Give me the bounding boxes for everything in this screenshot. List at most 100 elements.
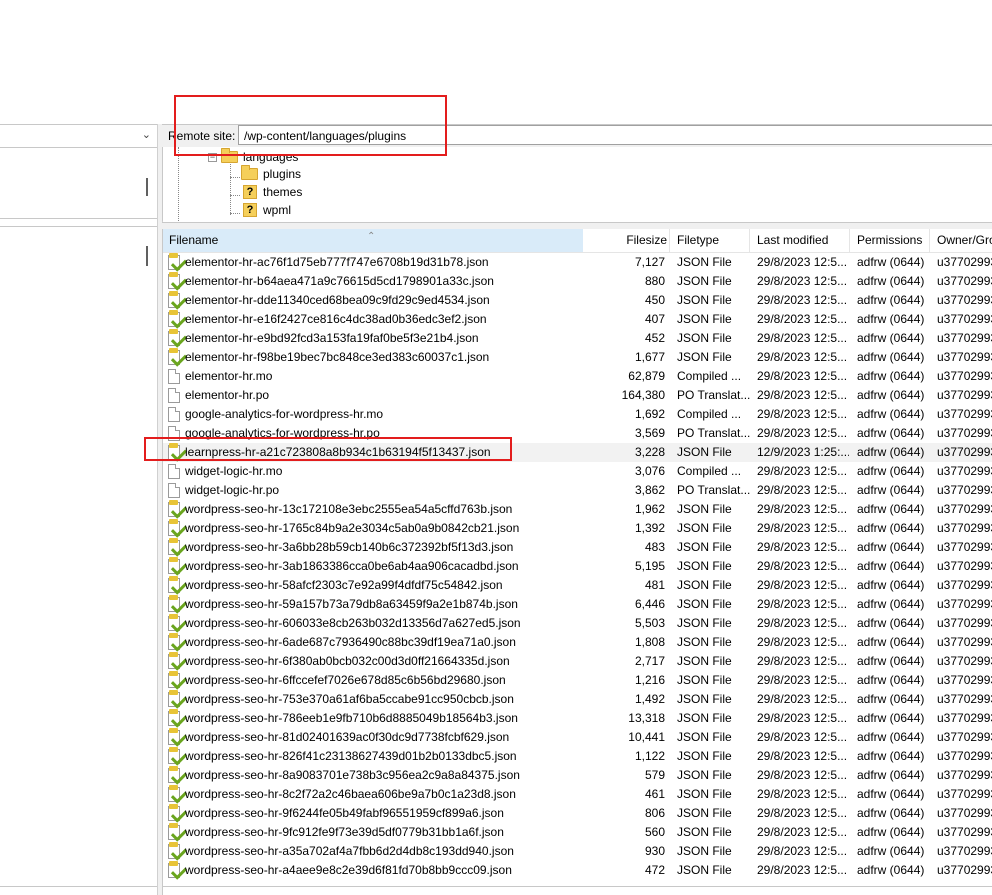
file-size: 1,122 — [634, 749, 665, 763]
file-owner: u37702993 — [937, 540, 992, 554]
file-type: PO Translat... — [677, 388, 751, 402]
file-name: elementor-hr-dde11340ced68bea09c9fd29c9e… — [185, 293, 490, 307]
column-separator[interactable] — [749, 229, 750, 252]
file-size: 481 — [644, 578, 665, 592]
file-row[interactable]: wordpress-seo-hr-a4aee9e8c2e39d6f81fd70b… — [163, 861, 992, 880]
file-row[interactable]: elementor-hr-e16f2427ce816c4dc38ad0b36ed… — [163, 310, 992, 329]
file-row[interactable]: wordpress-seo-hr-6f380ab0bcb032c00d3d0ff… — [163, 652, 992, 671]
file-owner: u37702993 — [937, 274, 992, 288]
file-row[interactable]: widget-logic-hr.mo 3,076 Compiled ... 29/8/… — [163, 462, 992, 481]
file-name: elementor-hr-ac76f1d75eb777f747e6708b19d… — [185, 255, 489, 269]
file-type: JSON File — [677, 711, 732, 725]
file-name: wordpress-seo-hr-a4aee9e8c2e39d6f81fd70b… — [185, 863, 512, 877]
json-file-icon — [168, 785, 180, 802]
file-row[interactable]: wordpress-seo-hr-3a6bb28b59cb140b6c37239… — [163, 538, 992, 557]
file-name: wordpress-seo-hr-59a157b73a79db8a63459f9… — [185, 597, 518, 611]
file-row[interactable]: google-analytics-for-wordpress-hr.po 3,56… — [163, 424, 992, 443]
local-list-scrollbar[interactable] — [146, 246, 148, 266]
file-row[interactable]: widget-logic-hr.po 3,862 PO Translat... 29/… — [163, 481, 992, 500]
file-size: 5,195 — [634, 559, 665, 573]
column-header-filetype[interactable]: Filetype — [677, 229, 753, 252]
file-permissions: adfrw (0644) — [857, 521, 925, 535]
file-row[interactable]: google-analytics-for-wordpress-hr.mo 1,69… — [163, 405, 992, 424]
file-row[interactable]: wordpress-seo-hr-6ffccefef7026e678d85c6b… — [163, 671, 992, 690]
file-size: 483 — [644, 540, 665, 554]
file-row[interactable]: wordpress-seo-hr-9fc912fe9f73e39d5df0779… — [163, 823, 992, 842]
column-header-label: Filetype — [677, 233, 720, 247]
file-icon — [168, 369, 180, 384]
column-header-permissions[interactable]: Permissions — [857, 229, 933, 252]
file-permissions: adfrw (0644) — [857, 711, 925, 725]
file-size: 6,446 — [634, 597, 665, 611]
tree-guide-line — [230, 195, 240, 196]
remote-site-path-input[interactable]: /wp-content/languages/plugins — [238, 125, 992, 145]
file-type: JSON File — [677, 255, 732, 269]
file-row[interactable]: wordpress-seo-hr-81d02401639ac0f30dc9d77… — [163, 728, 992, 747]
file-size: 450 — [644, 293, 665, 307]
column-header-last-modified[interactable]: Last modified — [757, 229, 849, 252]
column-header-label: Owner/Gro — [937, 233, 992, 247]
file-name: wordpress-seo-hr-8a9083701e738b3c956ea2c… — [185, 768, 520, 782]
file-row[interactable]: learnpress-hr-a21c723808a8b934c1b63194f5… — [163, 443, 992, 462]
column-header-owner[interactable]: Owner/Gro — [937, 229, 992, 252]
file-owner: u37702993 — [937, 255, 992, 269]
file-row[interactable]: elementor-hr-dde11340ced68bea09c9fd29c9e… — [163, 291, 992, 310]
file-modified: 29/8/2023 12:5... — [757, 806, 848, 820]
remote-file-list[interactable]: Filename ⌃ Filesize Filetype Last modifi… — [162, 229, 992, 895]
file-owner: u37702993 — [937, 502, 992, 516]
file-row[interactable]: wordpress-seo-hr-59a157b73a79db8a63459f9… — [163, 595, 992, 614]
file-row[interactable]: wordpress-seo-hr-1765c84b9a2e3034c5ab0a9… — [163, 519, 992, 538]
file-modified: 29/8/2023 12:5... — [757, 350, 848, 364]
file-row[interactable]: wordpress-seo-hr-13c172108e3ebc2555ea54a… — [163, 500, 992, 519]
file-name: wordpress-seo-hr-58afcf2303c7e92a99f4dfd… — [185, 578, 503, 592]
file-name: wordpress-seo-hr-3a6bb28b59cb140b6c37239… — [185, 540, 514, 554]
column-header-filename[interactable]: Filename ⌃ — [163, 229, 583, 252]
file-owner: u37702993 — [937, 407, 992, 421]
column-separator[interactable] — [849, 229, 850, 252]
column-separator[interactable] — [929, 229, 930, 252]
file-name: widget-logic-hr.mo — [185, 464, 283, 478]
file-row[interactable]: wordpress-seo-hr-a35a702af4a7fbb6d2d4db8… — [163, 842, 992, 861]
local-list-separator — [0, 226, 159, 227]
file-row[interactable]: wordpress-seo-hr-9f6244fe05b49fabf965519… — [163, 804, 992, 823]
file-row[interactable]: wordpress-seo-hr-826f41c23138627439d01b2… — [163, 747, 992, 766]
file-name: wordpress-seo-hr-6ade687c7936490c88bc39d… — [185, 635, 516, 649]
file-row[interactable]: wordpress-seo-hr-606033e8cb263b032d13356… — [163, 614, 992, 633]
local-site-combo[interactable]: ⌄ — [0, 124, 157, 148]
file-owner: u37702993 — [937, 673, 992, 687]
file-modified: 29/8/2023 12:5... — [757, 502, 848, 516]
column-header-filesize[interactable]: Filesize — [585, 229, 667, 252]
file-type: JSON File — [677, 350, 732, 364]
file-name: wordpress-seo-hr-786eeb1e9fb710b6d888504… — [185, 711, 518, 725]
json-file-icon — [168, 690, 180, 707]
column-header-label: Last modified — [757, 233, 829, 247]
chevron-down-icon[interactable]: ⌄ — [142, 128, 151, 141]
remote-directory-tree[interactable]: − languages plugins ? themes ? wpml — [162, 147, 992, 221]
file-row[interactable]: wordpress-seo-hr-8c2f72a2c46baea606be9a7… — [163, 785, 992, 804]
file-row[interactable]: elementor-hr-ac76f1d75eb777f747e6708b19d… — [163, 253, 992, 272]
file-row[interactable]: elementor-hr-f98be19bec7bc848ce3ed383c60… — [163, 348, 992, 367]
file-row[interactable]: wordpress-seo-hr-8a9083701e738b3c956ea2c… — [163, 766, 992, 785]
file-row[interactable]: elementor-hr.po 164,380 PO Translat... 29/8… — [163, 386, 992, 405]
local-tree-scrollbar[interactable] — [146, 178, 148, 196]
file-owner: u37702993 — [937, 730, 992, 744]
tree-collapse-icon[interactable]: − — [208, 153, 217, 162]
file-row[interactable]: wordpress-seo-hr-786eeb1e9fb710b6d888504… — [163, 709, 992, 728]
file-row[interactable]: wordpress-seo-hr-6ade687c7936490c88bc39d… — [163, 633, 992, 652]
file-owner: u37702993 — [937, 711, 992, 725]
file-modified: 29/8/2023 12:5... — [757, 654, 848, 668]
folder-icon — [241, 165, 258, 180]
file-row[interactable]: elementor-hr.mo 62,879 Compiled ... 29/8/20… — [163, 367, 992, 386]
file-row[interactable]: wordpress-seo-hr-58afcf2303c7e92a99f4dfd… — [163, 576, 992, 595]
file-row[interactable]: wordpress-seo-hr-3ab1863386cca0be6ab4aa9… — [163, 557, 992, 576]
file-row[interactable]: elementor-hr-e9bd92fcd3a153fa19faf0be5f3… — [163, 329, 992, 348]
file-size: 7,127 — [634, 255, 665, 269]
column-separator[interactable] — [669, 229, 670, 252]
file-size: 880 — [644, 274, 665, 288]
file-modified: 29/8/2023 12:5... — [757, 274, 848, 288]
json-file-icon — [168, 557, 180, 574]
file-row[interactable]: elementor-hr-b64aea471a9c76615d5cd179890… — [163, 272, 992, 291]
file-row[interactable]: wordpress-seo-hr-753e370a61af6ba5ccabe91… — [163, 690, 992, 709]
file-name: elementor-hr.po — [185, 388, 270, 402]
file-modified: 29/8/2023 12:5... — [757, 331, 848, 345]
